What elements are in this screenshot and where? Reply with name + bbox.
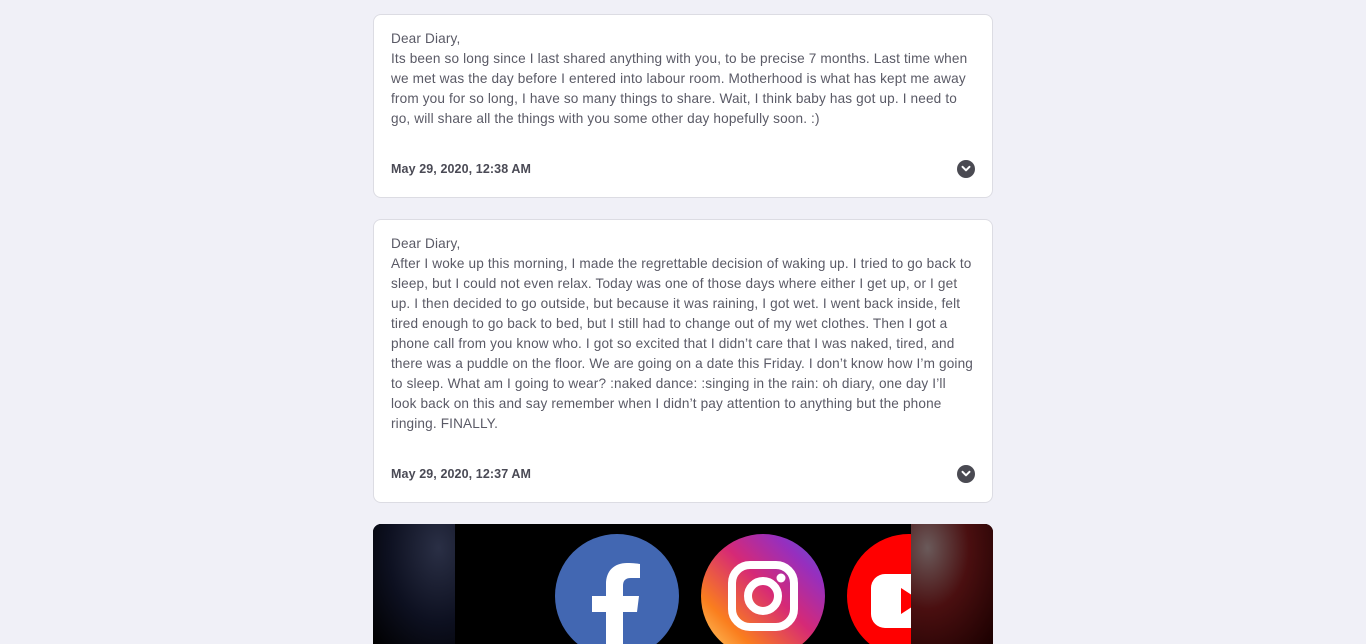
facebook-logo-icon [555,534,679,644]
diary-entry: Dear Diary, After I woke up this morning… [373,219,993,503]
entry-footer: May 29, 2020, 12:37 AM [391,465,975,483]
entry-body: Dear Diary, Its been so long since I las… [391,31,968,126]
expand-entry-button[interactable] [957,465,975,483]
diary-entry: Dear Diary, Its been so long since I las… [373,14,993,198]
diary-feed: Dear Diary, Its been so long since I las… [373,14,993,644]
social-media-image-post[interactable] [373,524,993,644]
entry-date: May 29, 2020, 12:38 AM [391,162,532,176]
entry-body: Dear Diary, After I woke up this morning… [391,236,973,431]
image-blur-right [911,524,993,644]
instagram-logo-icon [701,534,825,644]
entry-date: May 29, 2020, 12:37 AM [391,467,532,481]
image-blur-left [373,524,455,644]
expand-entry-button[interactable] [957,160,975,178]
entry-footer: May 29, 2020, 12:38 AM [391,160,975,178]
chevron-down-icon [961,470,971,477]
chevron-down-icon [961,165,971,172]
image-center [455,524,971,644]
